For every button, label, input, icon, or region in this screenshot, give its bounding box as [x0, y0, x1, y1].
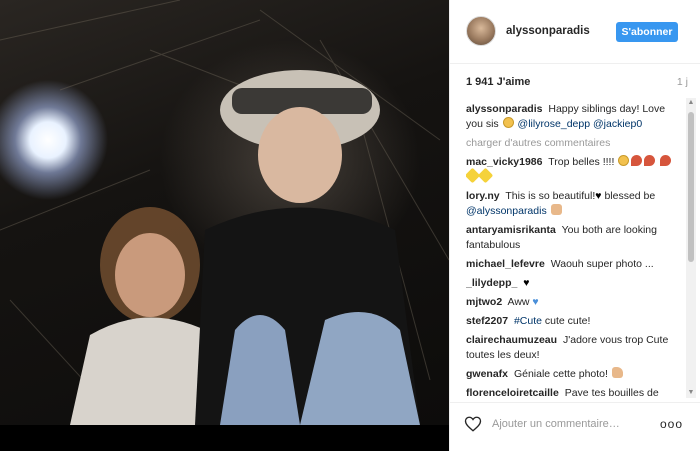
- scroll-up-arrow-icon[interactable]: ▲: [686, 98, 696, 108]
- list-item: michael_lefevre Waouh super photo ...: [466, 257, 684, 272]
- comment-username[interactable]: _lilydepp_: [466, 277, 517, 289]
- caption: alyssonparadis Happy siblings day! Love …: [466, 102, 684, 132]
- photo-bottom-bar: [0, 425, 449, 451]
- balloon-emoji-icon: [644, 155, 656, 166]
- post-photo[interactable]: [0, 0, 449, 451]
- mention-link[interactable]: @jackiep0: [593, 118, 642, 130]
- list-item: gwenafx Géniale cette photo!: [466, 367, 684, 382]
- comment-username[interactable]: antaryamisrikanta: [466, 224, 556, 236]
- praying-hands-emoji-icon: [550, 204, 562, 215]
- comment-text: Géniale cette photo!: [513, 368, 608, 380]
- post-author-username[interactable]: alyssonparadis: [506, 25, 590, 37]
- more-options-icon[interactable]: ooo: [660, 417, 683, 431]
- list-item: lory.ny This is so beautiful!♥ blessed b…: [466, 189, 684, 219]
- sparkle-emoji-icon: [477, 167, 494, 184]
- post-footer: Ajouter un commentaire… ooo: [450, 402, 700, 451]
- comments-scrollbar[interactable]: ▲ ▼: [686, 98, 696, 398]
- likes-row: 1 941 J'aime 1 j: [466, 76, 688, 90]
- list-item: clairechaumuzeau J'adore vous trop Cute …: [466, 333, 684, 363]
- list-item: florenceloiretcaille Paye tes bouilles d…: [466, 386, 684, 396]
- comment-text: Aww: [507, 296, 530, 308]
- comment-username[interactable]: mac_vicky1986: [466, 156, 543, 168]
- balloon-emoji-icon: [631, 155, 643, 166]
- mention-link[interactable]: @alyssonparadis: [466, 205, 547, 217]
- black-heart-emoji-icon: ♥: [523, 277, 530, 289]
- comment-text: cute cute!: [544, 315, 591, 327]
- comment-text: Waouh super photo ...: [550, 258, 654, 270]
- comment-username[interactable]: alyssonparadis: [466, 103, 542, 115]
- comment-username[interactable]: michael_lefevre: [466, 258, 545, 270]
- list-item: mjtwo2 Aww ♥: [466, 295, 684, 310]
- scroll-down-arrow-icon[interactable]: ▼: [686, 388, 696, 398]
- comment-username[interactable]: lory.ny: [466, 190, 500, 202]
- balloon-emoji-icon: [660, 155, 672, 166]
- avatar[interactable]: [466, 16, 496, 46]
- list-item: stef2207 #Cute cute cute!: [466, 314, 684, 329]
- comment-text: Trop belles !!!!: [548, 156, 615, 168]
- heart-eyes-emoji-icon: [618, 155, 630, 166]
- photo-light-rays: [0, 0, 449, 425]
- comment-text-2: blessed be: [604, 190, 656, 202]
- comment-username[interactable]: gwenafx: [466, 368, 508, 380]
- post-header: alyssonparadis S'abonner: [450, 0, 700, 64]
- post-side-panel: alyssonparadis S'abonner 1 941 J'aime 1 …: [449, 0, 700, 451]
- add-comment-input[interactable]: Ajouter un commentaire…: [492, 418, 620, 430]
- comment-username[interactable]: stef2207: [466, 315, 508, 327]
- follow-button[interactable]: S'abonner: [616, 22, 678, 42]
- comment-username[interactable]: mjtwo2: [466, 296, 502, 308]
- smile-emoji-icon: [502, 117, 514, 128]
- thumbs-up-emoji-icon: [611, 367, 623, 378]
- comment-username[interactable]: clairechaumuzeau: [466, 334, 557, 346]
- list-item: antaryamisrikanta You both are looking f…: [466, 223, 684, 253]
- comments-list: alyssonparadis Happy siblings day! Love …: [466, 102, 684, 396]
- post-time[interactable]: 1 j: [677, 76, 688, 88]
- list-item: _lilydepp_ ♥: [466, 276, 684, 291]
- scrollbar-thumb[interactable]: [688, 112, 694, 262]
- blue-heart-emoji-icon: ♥: [532, 296, 539, 308]
- likes-count[interactable]: 1 941 J'aime: [466, 76, 530, 88]
- mention-link[interactable]: @lilyrose_depp: [518, 118, 591, 130]
- comment-username[interactable]: florenceloiretcaille: [466, 387, 559, 396]
- heart-outline-icon[interactable]: [464, 415, 482, 433]
- list-item: mac_vicky1986 Trop belles !!!!: [466, 155, 684, 185]
- hashtag-link[interactable]: #Cute: [514, 315, 542, 327]
- load-more-comments[interactable]: charger d'autres commentaires: [466, 136, 684, 151]
- black-heart-emoji-icon: ♥: [595, 190, 602, 202]
- comment-text: This is so beautiful!: [505, 190, 596, 202]
